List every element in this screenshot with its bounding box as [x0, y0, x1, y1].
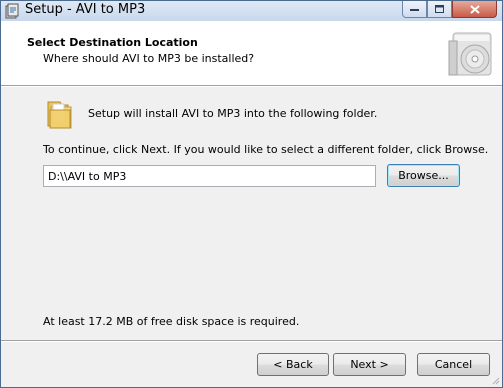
maximize-button[interactable]	[427, 1, 452, 18]
window-title: Setup - AVI to MP3	[25, 2, 146, 17]
destination-path-input[interactable]	[43, 165, 376, 187]
folder-icon	[47, 101, 72, 129]
page-subtitle: Where should AVI to MP3 be installed?	[43, 52, 255, 65]
wizard-footer: < Back Next > Cancel	[1, 342, 502, 387]
setup-installer-icon	[5, 3, 19, 19]
title-bar[interactable]: Setup - AVI to MP3	[1, 1, 502, 21]
browse-button[interactable]: Browse...	[387, 164, 460, 187]
wizard-header: Select Destination Location Where should…	[1, 21, 502, 85]
minimize-button[interactable]	[402, 1, 427, 18]
installer-window: Setup - AVI to MP3 Select Destination Lo…	[0, 0, 503, 388]
disk-space-text: At least 17.2 MB of free disk space is r…	[43, 315, 300, 328]
instruction-text: To continue, click Next. If you would li…	[43, 143, 489, 156]
maximize-icon	[435, 5, 444, 13]
resize-grip-icon[interactable]	[490, 375, 500, 385]
next-button[interactable]: Next >	[333, 353, 406, 376]
minimize-icon	[410, 9, 419, 11]
cd-box-icon	[448, 32, 492, 76]
wizard-content: Setup will install AVI to MP3 into the f…	[1, 87, 502, 340]
page-title: Select Destination Location	[27, 36, 198, 49]
install-message: Setup will install AVI to MP3 into the f…	[88, 107, 378, 120]
cancel-button[interactable]: Cancel	[417, 353, 490, 376]
close-button[interactable]	[452, 1, 497, 18]
close-icon	[469, 4, 480, 14]
back-button[interactable]: < Back	[257, 353, 329, 376]
